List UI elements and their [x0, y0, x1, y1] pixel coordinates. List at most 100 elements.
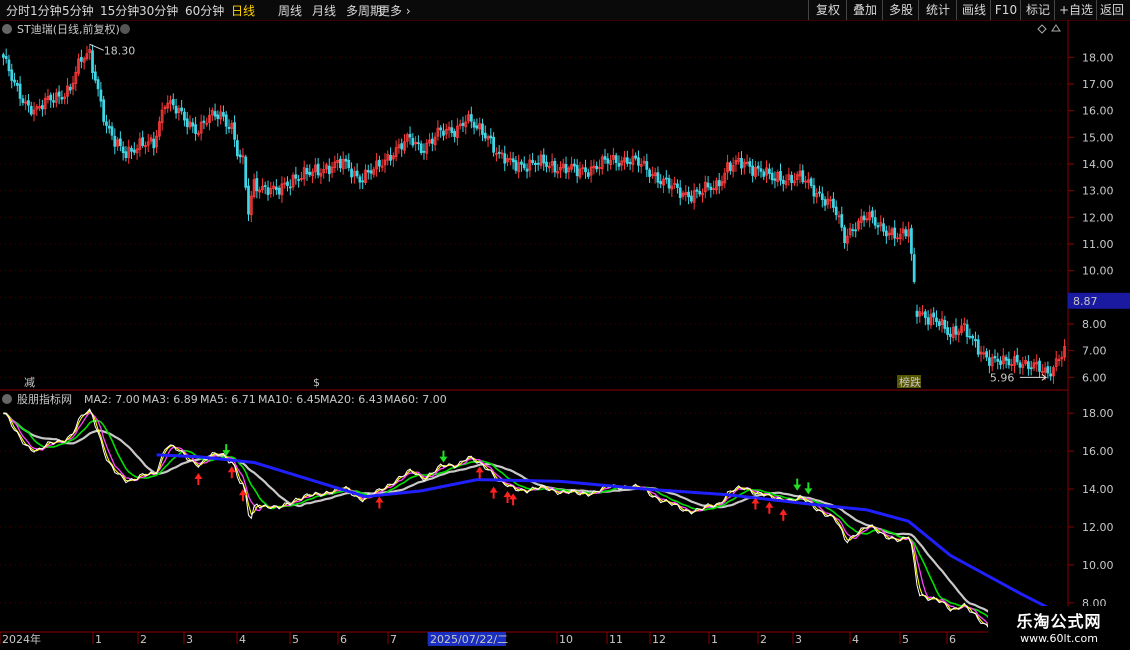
- candlestick-series: [2, 44, 1066, 384]
- candle-body: [993, 356, 997, 359]
- time-tick-label: 1: [711, 633, 718, 646]
- candle-body: [263, 185, 267, 187]
- candle-body: [926, 317, 930, 325]
- candle-body: [974, 339, 977, 342]
- candle-body: [110, 126, 114, 136]
- candle-body: [96, 79, 100, 90]
- candle-body: [584, 167, 587, 173]
- candle-body: [475, 125, 479, 129]
- candle-body: [617, 162, 621, 167]
- candle-body: [586, 172, 590, 177]
- legend-ma2: MA2: 7.00: [84, 393, 140, 406]
- candle-body: [603, 156, 607, 160]
- candle-body: [698, 190, 702, 195]
- toolbar-button-7[interactable]: 标记: [1020, 0, 1055, 20]
- period-10[interactable]: 多周期: [346, 2, 382, 19]
- candle-body: [439, 127, 443, 131]
- toolbar-button-5[interactable]: 画线: [956, 0, 991, 20]
- candle-body: [779, 171, 782, 181]
- candle-body: [13, 79, 16, 83]
- period-7[interactable]: 日线: [231, 2, 255, 19]
- candle-body: [606, 158, 610, 164]
- toolbar-button-2[interactable]: 叠加: [846, 0, 883, 20]
- period-11[interactable]: 更多 ›: [378, 2, 411, 19]
- candle-body: [706, 182, 710, 188]
- period-6[interactable]: 60分钟: [185, 2, 224, 19]
- toolbar-button-8[interactable]: +自选: [1054, 0, 1097, 20]
- candle-body: [862, 215, 866, 221]
- candle-body: [843, 227, 846, 243]
- legend-ma3: MA3: 6.89: [142, 393, 198, 406]
- candle-body: [152, 138, 156, 149]
- toolbar-button-6[interactable]: F10: [990, 0, 1021, 20]
- candle-body: [469, 114, 473, 122]
- candle-body: [968, 335, 972, 338]
- candle-body: [762, 171, 766, 177]
- candle-body: [511, 158, 515, 163]
- candle-body: [628, 162, 632, 164]
- candle-body: [430, 138, 434, 144]
- indicator-tick-label: 10.00: [1082, 559, 1114, 572]
- candle-body: [369, 170, 373, 174]
- candle-body: [408, 133, 412, 138]
- candle-body: [687, 191, 690, 198]
- price-tick-label: 13.00: [1082, 185, 1114, 198]
- period-1[interactable]: 分时: [6, 2, 30, 19]
- candle-body: [344, 158, 348, 162]
- candle-body: [759, 168, 763, 172]
- candle-body: [80, 57, 83, 62]
- candle-body: [472, 121, 476, 128]
- candle-body: [10, 69, 14, 81]
- toolbar-button-9[interactable]: 返回: [1096, 0, 1127, 20]
- buy-arrow-icon: [227, 466, 236, 479]
- candle-body: [946, 327, 949, 335]
- candle-body: [255, 178, 259, 192]
- candle-body: [450, 127, 454, 134]
- period-4[interactable]: 15分钟: [100, 2, 139, 19]
- candle-body: [4, 55, 8, 60]
- buy-arrow-icon: [779, 508, 788, 521]
- period-5[interactable]: 30分钟: [139, 2, 178, 19]
- candle-body: [884, 230, 888, 237]
- time-tick-label: 5: [902, 633, 909, 646]
- indicator-tick-label: 14.00: [1082, 483, 1114, 496]
- candle-body: [873, 217, 877, 226]
- candle-body: [932, 312, 936, 318]
- period-toolbar: 分时 1分钟 5分钟 15分钟 30分钟 60分钟 日线 周线 月线 多周期 更多 › 复权 叠加 多股统…: [0, 0, 1130, 21]
- price-tick-label: 6.00: [1082, 371, 1107, 384]
- price-tick-label: 15.00: [1082, 131, 1114, 144]
- candle-body: [542, 154, 546, 164]
- indicator-tick-label: 12.00: [1082, 521, 1114, 534]
- period-9[interactable]: 月线: [312, 2, 336, 19]
- candle-body: [355, 170, 359, 177]
- candle-body: [625, 157, 629, 164]
- candle-body: [93, 71, 97, 81]
- candle-body: [915, 310, 919, 317]
- time-tick-label: 3: [795, 633, 802, 646]
- indicator-tick-label: 16.00: [1082, 445, 1114, 458]
- candle-body: [224, 114, 228, 127]
- period-2[interactable]: 1分钟: [30, 2, 62, 19]
- period-8[interactable]: 周线: [278, 2, 302, 19]
- toolbar-button-1[interactable]: 复权: [808, 0, 847, 20]
- candle-body: [1018, 362, 1022, 368]
- ma10-line: [3, 412, 1065, 636]
- candle-body: [923, 311, 927, 318]
- candle-body: [595, 165, 599, 170]
- candle-body: [935, 317, 938, 323]
- candle-body: [1038, 360, 1041, 372]
- candle-body: [266, 187, 270, 195]
- candle-body: [503, 153, 507, 164]
- candle-body: [614, 155, 618, 163]
- candle-body: [748, 161, 752, 167]
- candle-body: [985, 351, 988, 358]
- candle-body: [971, 335, 975, 339]
- toolbar-button-4[interactable]: 统计: [918, 0, 957, 20]
- candle-body: [29, 105, 33, 115]
- time-tick-label: 6: [340, 633, 347, 646]
- price-tick-label: 12.00: [1082, 211, 1114, 224]
- candle-body: [400, 143, 404, 150]
- period-3[interactable]: 5分钟: [62, 2, 94, 19]
- toolbar-button-3[interactable]: 多股: [882, 0, 919, 20]
- candle-body: [305, 168, 309, 175]
